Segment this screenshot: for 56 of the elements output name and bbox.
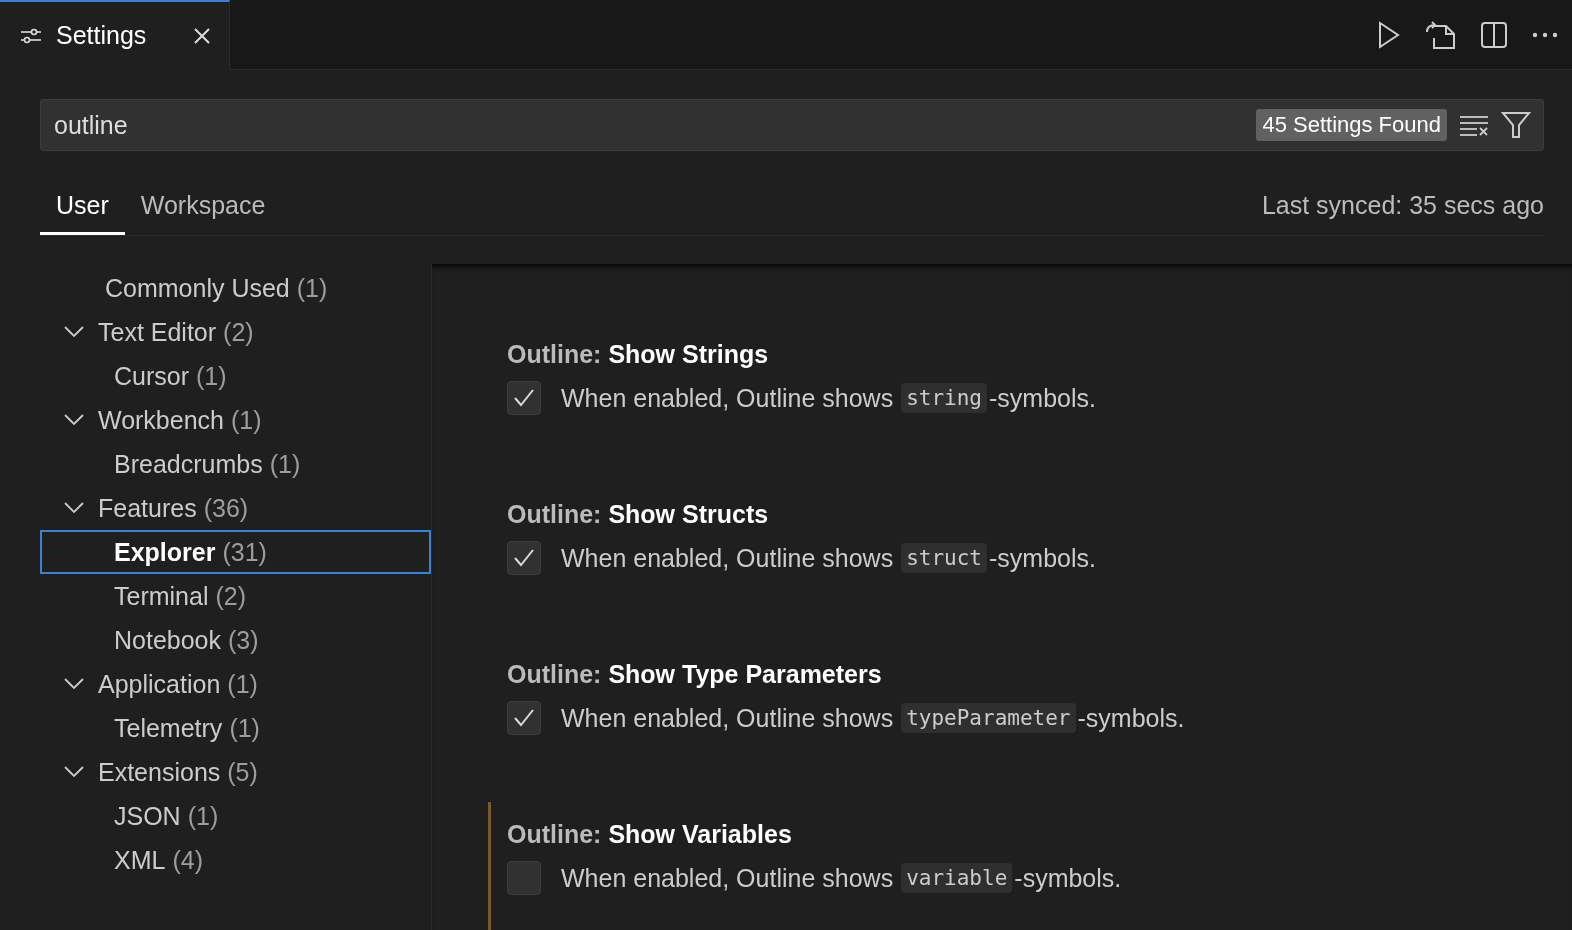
setting-description: -symbols. <box>1077 703 1185 733</box>
sliders-icon <box>20 27 42 44</box>
tree-item[interactable]: Application (1) <box>40 662 431 706</box>
settings-tab[interactable]: Settings <box>0 0 230 70</box>
scope-tab[interactable]: Workspace <box>124 175 282 235</box>
code-token: typeParameter <box>901 703 1076 733</box>
close-icon[interactable] <box>193 26 211 45</box>
tree-item[interactable]: Extensions (5) <box>40 750 431 794</box>
code-token: string <box>901 383 987 413</box>
tree-item[interactable]: Telemetry (1) <box>40 706 431 750</box>
chevron-icon <box>63 765 85 779</box>
checkmark-icon <box>512 707 536 729</box>
sync-status: Last synced: 35 secs ago <box>1261 190 1544 220</box>
setting-description: -symbols. <box>989 543 1096 573</box>
chevron-icon <box>63 501 85 515</box>
code-token: struct <box>901 543 987 573</box>
tree-item[interactable]: Notebook (3) <box>40 618 431 662</box>
tree-item[interactable]: XML (4) <box>40 838 431 882</box>
setting-description: When enabled, Outline shows <box>561 383 894 413</box>
tree-item[interactable]: Terminal (2) <box>40 574 431 618</box>
tree-item[interactable]: Workbench (1) <box>40 398 431 442</box>
setting-title: Outline: Show Strings <box>507 340 770 369</box>
setting-description: -symbols. <box>989 383 1096 413</box>
clear-filter-icon[interactable] <box>1459 114 1489 136</box>
file-icon[interactable] <box>1424 19 1456 50</box>
code-token: variable <box>901 863 1013 893</box>
checkbox[interactable] <box>507 701 541 735</box>
setting-description: When enabled, Outline shows <box>561 863 894 893</box>
chevron-icon <box>63 413 85 427</box>
more-icon[interactable] <box>1532 31 1558 38</box>
checkmark-icon <box>512 387 536 409</box>
setting-title: Outline: Show Type Parameters <box>507 660 883 689</box>
setting-description: When enabled, Outline shows <box>561 703 894 733</box>
split-editor-icon[interactable] <box>1480 20 1508 49</box>
chevron-icon <box>63 677 85 691</box>
setting-description: When enabled, Outline shows <box>561 543 894 573</box>
tree-item[interactable]: Text Editor (2) <box>40 310 431 354</box>
checkbox[interactable] <box>507 381 541 415</box>
checkmark-icon <box>512 547 536 569</box>
chevron-icon <box>63 325 85 339</box>
tree-item[interactable]: JSON (1) <box>40 794 431 838</box>
checkbox[interactable] <box>507 861 541 895</box>
search-field[interactable]: outline 45 Settings Found <box>40 99 1544 151</box>
setting-title: Outline: Show Variables <box>507 820 793 849</box>
filter-icon[interactable] <box>1501 111 1531 139</box>
checkbox[interactable] <box>507 541 541 575</box>
scope-tab[interactable]: User <box>40 175 125 235</box>
tree-item[interactable]: Explorer (31) <box>40 530 431 574</box>
results-count: 45 Settings Found <box>1256 109 1447 141</box>
setting-description: -symbols. <box>1014 863 1122 893</box>
tree-item[interactable]: Features (36) <box>40 486 431 530</box>
tree-item[interactable]: Breadcrumbs (1) <box>40 442 431 486</box>
setting-title: Outline: Show Structs <box>507 500 770 529</box>
tree-item[interactable]: Commonly Used (1) <box>40 266 431 310</box>
play-icon[interactable] <box>1378 20 1400 49</box>
tree-item[interactable]: Cursor (1) <box>40 354 431 398</box>
